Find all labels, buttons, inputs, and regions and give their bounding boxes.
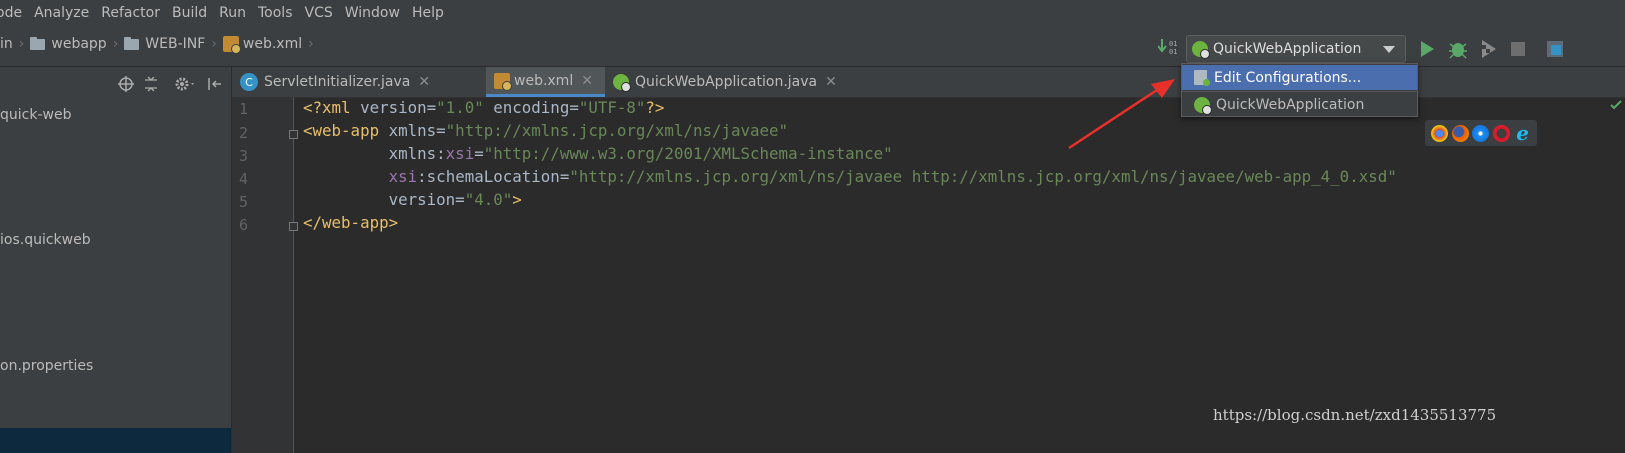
tab-label: QuickWebApplication.java [635,74,818,90]
opera-icon[interactable] [1493,124,1511,142]
breadcrumb-main[interactable]: in [0,36,13,52]
collapse-all-icon[interactable] [143,76,159,92]
open-in-browser-toolbar: e [1425,120,1537,146]
ie-icon[interactable]: e [1514,123,1531,143]
code-line-4[interactable]: xsi:schemaLocation="http://xmlns.jcp.org… [303,167,1397,186]
line-number: 4 [238,170,248,188]
fold-marker-icon[interactable] [289,130,298,139]
folder-icon [30,36,46,50]
project-toolwindow-header [0,67,231,102]
xml-file-icon [222,36,241,54]
fold-marker-icon[interactable] [289,222,298,231]
tree-item-properties[interactable]: on.properties [0,358,93,374]
annotation-arrow [1068,79,1175,150]
tree-selected-row[interactable] [0,428,231,453]
breadcrumb-separator: › [308,36,314,52]
line-number: 1 [238,100,248,118]
line-number: 5 [238,193,248,211]
hide-panel-icon[interactable] [207,76,223,92]
menu-item-label: Edit Configurations... [1214,69,1362,86]
close-icon[interactable]: ✕ [418,74,430,90]
line-number: 3 [238,147,248,165]
breadcrumb-separator: › [211,36,217,52]
spring-boot-icon [1194,96,1212,115]
code-line-6[interactable]: </web-app> [303,213,398,232]
breadcrumb-web-inf[interactable]: WEB-INF [145,36,205,52]
stop-icon[interactable] [1510,41,1526,57]
edit-configurations-icon [1194,70,1210,86]
line-number: 6 [238,216,248,234]
menu-help[interactable]: Help [406,5,450,21]
breadcrumb-web-xml[interactable]: web.xml [243,36,302,52]
breadcrumb: in › webapp › WEB-INF › web.xml › [0,36,320,54]
menu-refactor[interactable]: Refactor [95,5,166,21]
safari-icon[interactable] [1472,124,1490,142]
line-number: 2 [238,124,248,142]
code-line-1[interactable]: <?xml version="1.0" encoding="UTF-8"?> [303,98,664,117]
menu-tools[interactable]: Tools [252,5,299,21]
run-configuration-label: QuickWebApplication [1213,41,1362,57]
spring-boot-icon [1192,41,1210,59]
locate-file-icon[interactable] [118,76,134,92]
xml-file-icon [494,72,512,91]
chevron-down-icon [1383,46,1395,53]
tab-label: web.xml [514,72,574,89]
spring-boot-class-icon [613,74,631,92]
tab-label: ServletInitializer.java [264,74,411,90]
menu-code[interactable]: ode [0,5,28,21]
tab-web-xml[interactable]: web.xml ✕ [486,67,605,97]
run-configuration-dropdown: Edit Configurations... QuickWebApplicati… [1181,63,1418,117]
breadcrumb-webapp[interactable]: webapp [51,36,106,52]
svg-text:01: 01 [1169,48,1177,56]
menu-analyze[interactable]: Analyze [28,5,95,21]
code-line-2[interactable]: <web-app xmlns="http://xmlns.jcp.org/xml… [303,121,788,140]
edit-configurations-item[interactable]: Edit Configurations... [1182,65,1417,90]
code-line-5[interactable]: version="4.0"> [303,190,522,209]
run-configuration-select[interactable]: QuickWebApplication [1186,35,1406,63]
gear-icon[interactable] [174,76,198,92]
tree-item-module[interactable]: quick-web [0,107,71,123]
build-project-icon[interactable]: 01 01 [1158,38,1180,56]
folder-icon [124,36,140,50]
menu-item-label: QuickWebApplication [1216,96,1365,113]
breadcrumb-separator: › [18,36,25,52]
menu-window[interactable]: Window [339,5,406,21]
tree-item-package[interactable]: ios.quickweb [0,232,91,248]
project-structure-icon[interactable] [1546,38,1568,60]
java-class-icon: C [240,73,258,91]
quickwebapplication-config-item[interactable]: QuickWebApplication [1182,92,1417,117]
close-icon[interactable]: ✕ [825,74,837,90]
menu-build[interactable]: Build [166,5,213,21]
watermark: https://blog.csdn.net/zxd1435513775 [1213,406,1497,424]
tab-quickwebapplication[interactable]: QuickWebApplication.java ✕ [605,67,867,97]
debug-icon[interactable] [1447,38,1469,60]
inspection-ok-icon[interactable] [1610,100,1622,110]
menu-vcs[interactable]: VCS [299,5,339,21]
svg-text:01: 01 [1169,40,1177,48]
menu-bar: ode Analyze Refactor Build Run Tools VCS… [0,0,1625,26]
menu-run[interactable]: Run [213,5,252,21]
code-line-3[interactable]: xmlns:xsi="http://www.w3.org/2001/XMLSch… [303,144,893,163]
chrome-icon[interactable] [1430,124,1448,142]
project-tree: quick-web ios.quickweb on.properties [0,101,232,453]
tab-servletinitializer[interactable]: C ServletInitializer.java ✕ [232,67,486,97]
breadcrumb-separator: › [112,36,119,52]
run-with-coverage-icon[interactable] [1479,39,1499,59]
close-icon[interactable]: ✕ [581,73,593,89]
run-icon[interactable] [1418,40,1436,58]
firefox-icon[interactable] [1451,124,1469,142]
